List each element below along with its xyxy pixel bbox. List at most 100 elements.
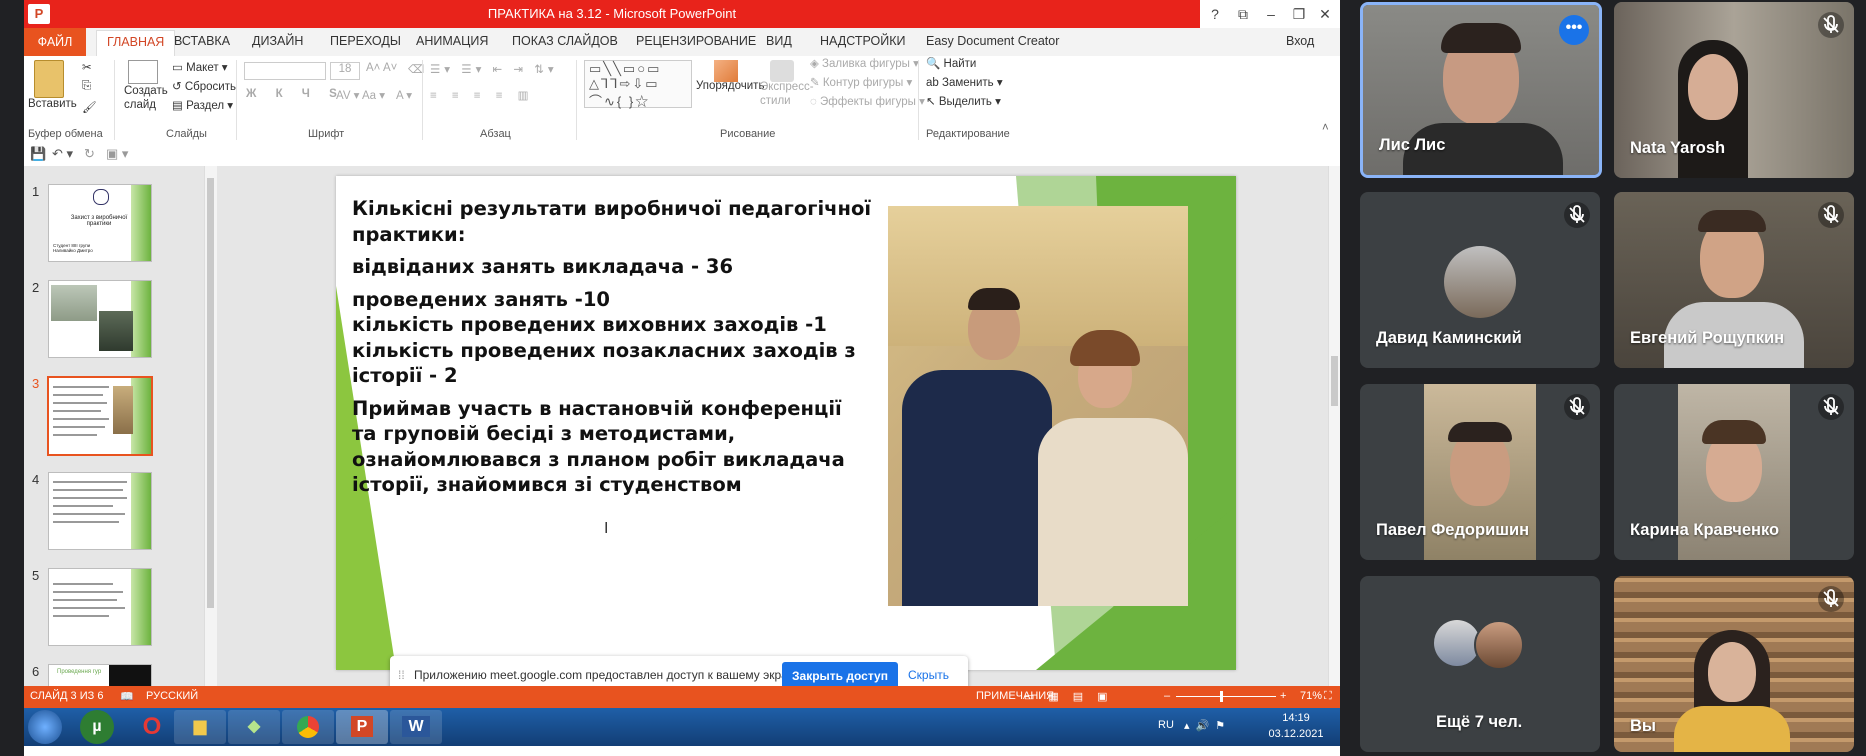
slide-thumbnail-5[interactable] [48,568,152,646]
participant-tile[interactable]: Евгений Рощупкин [1614,192,1854,368]
signin-link[interactable]: Вход [1286,34,1314,48]
participant-tile[interactable]: Карина Кравченко [1614,384,1854,560]
close-button[interactable]: ✕ [1314,4,1336,24]
cut-icon[interactable]: ✂ [82,60,92,74]
start-button-icon[interactable] [28,710,62,744]
tab-slideshow[interactable]: ПОКАЗ СЛАЙДОВ [512,34,618,48]
participant-tile[interactable]: Nata Yarosh [1614,2,1854,178]
participant-tile[interactable]: Павел Федоришин [1360,384,1600,560]
slideshow-start-icon[interactable]: ▣ ▾ [106,146,128,162]
participant-tile-more[interactable]: Ещё 7 чел. [1360,576,1600,752]
spellcheck-icon[interactable]: 📖 [120,690,134,703]
save-icon[interactable]: 💾 [30,146,46,162]
paste-button[interactable]: Вставить [28,98,77,110]
zoom-in-icon[interactable]: + [1280,690,1286,702]
thumbnail-photo [113,386,133,434]
utorrent-icon[interactable]: µ [80,710,114,744]
section-button[interactable]: ▤ Раздел ▾ [172,98,233,112]
copy-icon[interactable]: ⎘ [82,80,91,93]
notes-icon[interactable]: ◆ [228,710,280,744]
slide-photo[interactable] [888,206,1188,606]
participant-name: Давид Каминский [1376,329,1522,347]
chrome-icon[interactable] [282,710,334,744]
more-participants-label: Ещё 7 чел. [1436,713,1523,731]
find-button[interactable]: 🔍 Найти [926,56,976,70]
grow-font-icon[interactable]: A˄ A˅ [366,62,397,74]
participant-tile-self[interactable]: Вы [1614,576,1854,752]
char-spacing-icon[interactable]: AV ▾ Aa ▾ [336,88,385,102]
reset-button[interactable]: ↺ Сбросить [172,79,236,93]
align-icons[interactable]: ≡ ≡ ≡ ≡ ▥ [430,88,535,102]
font-family-select[interactable] [244,62,326,80]
shape-fill-button[interactable]: ◈ Заливка фигуры ▾ [810,56,919,70]
tab-review[interactable]: РЕЦЕНЗИРОВАНИЕ [636,34,756,48]
slide-thumbnail-3[interactable] [47,376,153,456]
tab-design[interactable]: ДИЗАЙН [252,34,303,48]
zoom-out-icon[interactable]: – [1164,690,1170,702]
fit-slide-icon[interactable]: ⛶ [1324,690,1332,703]
replace-button[interactable]: ab Заменить ▾ [926,75,1003,89]
paste-icon[interactable] [34,60,64,98]
arrange-button[interactable]: Упорядочить [696,80,764,92]
zoom-slider-thumb[interactable] [1220,691,1223,702]
list-icons[interactable]: ☰▾ ☰▾ ⇤ ⇥ ⇅▾ [430,62,558,76]
editor-scrollbar[interactable] [1328,166,1340,686]
shapes-gallery[interactable]: ▭╲╲▭○▭ △⅂⅂⇨⇩▭ ⌒∿{ }☆ [584,60,692,109]
collapse-ribbon-icon[interactable]: ˄ [1322,122,1329,134]
thumbnail-title: Проведення гур [57,669,102,675]
zoom-level[interactable]: 71% [1300,690,1322,702]
explorer-icon[interactable]: ▆ [174,710,226,744]
language-indicator[interactable]: РУССКИЙ [146,690,198,702]
tab-transitions[interactable]: ПЕРЕХОДЫ [330,34,401,48]
powerpoint-taskbar-icon[interactable]: P [336,710,388,744]
maximize-button[interactable]: ❐ [1288,4,1310,24]
current-slide[interactable]: Кількісні результати виробничої педагогі… [336,176,1236,670]
new-slide-button[interactable]: Создать слайд [124,84,168,112]
layout-button[interactable]: ▭ Макет ▾ [172,60,228,74]
zoom-slider[interactable] [1176,696,1276,697]
format-painter-icon[interactable]: 🖌 [82,100,97,114]
slide-thumbnail-6[interactable]: Проведення гур [48,664,152,688]
help-button[interactable]: ? [1204,4,1226,24]
scrollbar-thumb[interactable] [1331,356,1338,406]
thumbnails-scrollbar[interactable] [204,166,217,686]
slide-thumbnail-1[interactable]: Захист з виробничої практики Студент 8ІІ… [48,184,152,262]
tab-file[interactable]: ФАЙЛ [24,28,86,56]
tab-animation[interactable]: АНИМАЦИЯ [416,34,488,48]
new-slide-icon[interactable] [128,60,158,84]
participant-tile[interactable]: Давид Каминский [1360,192,1600,368]
tray-icons[interactable]: ▴🔊⚑ [1184,719,1231,732]
quick-styles-button[interactable]: Экспресс- стили [760,80,814,108]
opera-icon[interactable]: O [126,710,178,744]
drag-handle-icon[interactable]: ⁞⁞ [398,668,405,682]
select-button[interactable]: ↖ Выделить ▾ [926,94,1001,108]
tab-addins[interactable]: НАДСТРОЙКИ [820,34,906,48]
slide-body-text[interactable]: Кількісні результати виробничої педагогі… [352,196,872,505]
tab-home[interactable]: ГЛАВНАЯ [96,30,176,57]
shape-effects-button[interactable]: ◌ Эффекты фигуры ▾ [810,94,925,108]
minimize-button[interactable]: – [1260,4,1282,24]
thumbnail-number: 2 [32,280,40,295]
quick-access-toolbar: 💾 ↶ ▾ ↻ ▣ ▾ [24,144,1340,166]
word-taskbar-icon[interactable]: W [390,710,442,744]
hide-banner-link[interactable]: Скрыть [908,668,949,682]
redo-icon[interactable]: ↻ [84,146,95,162]
view-buttons[interactable]: ▭▦▤▣ [1024,690,1122,703]
more-options-icon[interactable]: ••• [1559,15,1589,45]
participant-tile[interactable]: ••• Лис Лис [1360,2,1602,178]
arrange-icon[interactable] [714,60,738,82]
language-tray[interactable]: RU [1158,719,1174,731]
ribbon-display-button[interactable]: ⧉ [1232,4,1254,24]
tab-view[interactable]: ВИД [766,34,792,48]
slide-thumbnail-4[interactable] [48,472,152,550]
bold-italic-underline-icons[interactable]: Ж К Ч S [246,88,345,100]
tab-easy-document-creator[interactable]: Easy Document Creator [926,34,1059,48]
quick-styles-icon[interactable] [770,60,794,82]
slide-thumbnail-2[interactable] [48,280,152,358]
font-color-icon[interactable]: A ▾ [396,88,412,102]
font-size-select[interactable]: 18 [330,62,360,80]
scrollbar-thumb[interactable] [207,178,214,608]
shape-outline-button[interactable]: ✎ Контур фигуры ▾ [810,75,912,89]
tab-insert[interactable]: ВСТАВКА [174,34,230,48]
undo-icon[interactable]: ↶ ▾ [52,146,73,162]
